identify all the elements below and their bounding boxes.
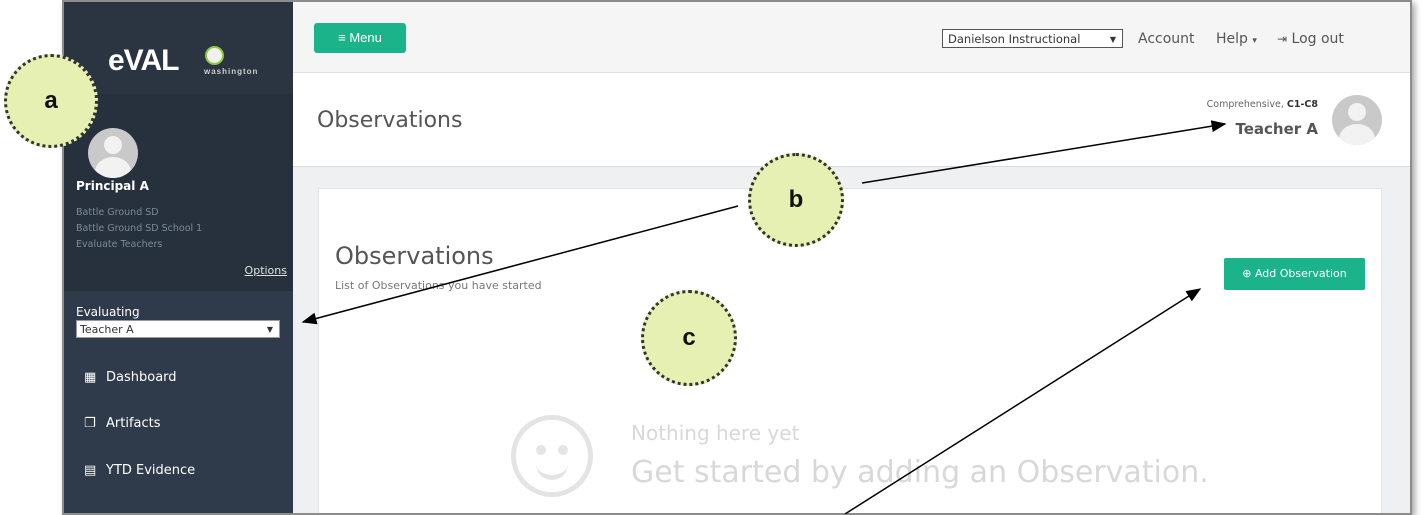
- callout-a: a: [4, 54, 98, 148]
- arrow-b-to-evaluatee: [861, 120, 1227, 184]
- annotation-arrows: [301, 120, 1227, 514]
- callout-b: b: [748, 153, 844, 247]
- arrow-to-add-observation: [844, 288, 1202, 514]
- callout-c: c: [641, 290, 737, 386]
